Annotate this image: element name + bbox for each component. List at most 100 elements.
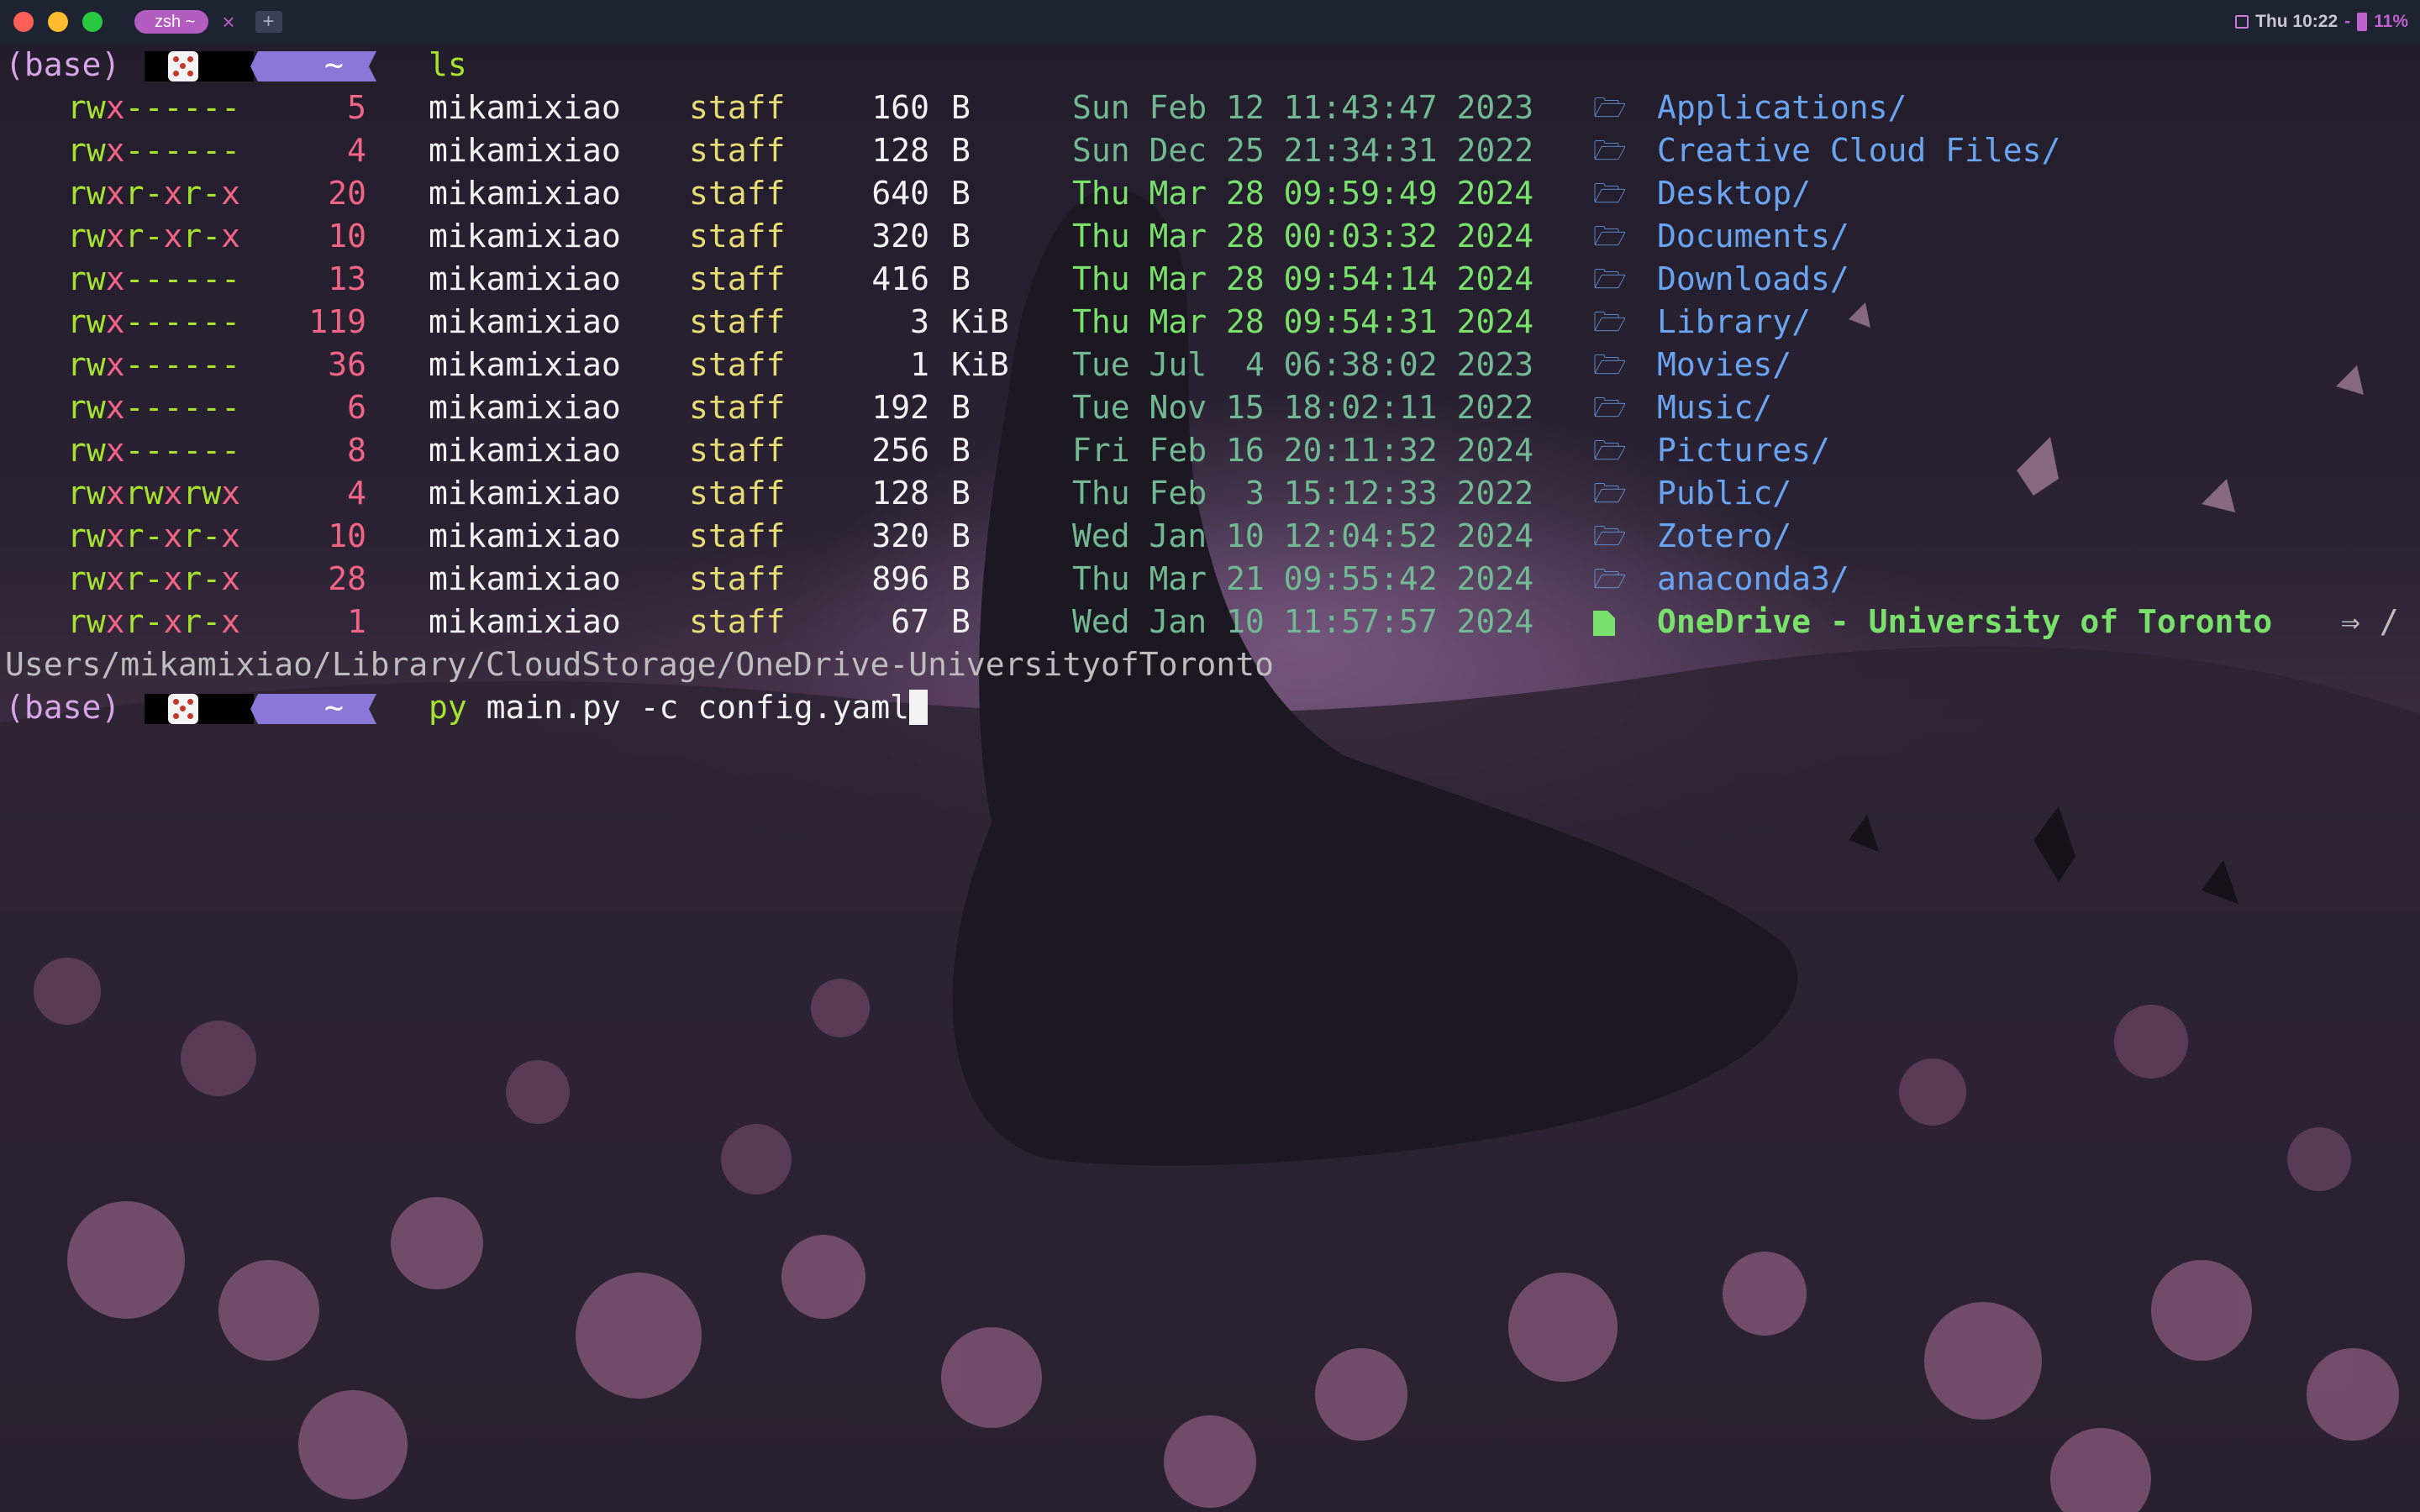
- permission-bit: -: [202, 432, 222, 469]
- command-args: main.py -c config.yaml: [466, 689, 909, 726]
- status-clock: Thu 10:22: [2255, 12, 2338, 31]
- permission-bit: -: [221, 346, 241, 383]
- folder-icon: 🗁: [1593, 349, 1627, 381]
- battery-percent: 11%: [2374, 12, 2408, 31]
- permission-bit: r: [124, 603, 145, 640]
- group: staff: [689, 175, 786, 212]
- folder-icon: 🗁: [1593, 177, 1627, 209]
- minimize-window-button[interactable]: [48, 12, 68, 32]
- permission-bit: x: [163, 175, 183, 212]
- modified-date: Thu Mar 28 00:03:32 2024: [1072, 218, 1534, 255]
- permission-bit: x: [221, 603, 241, 640]
- permission-bit: r: [67, 560, 87, 597]
- permission-bit: x: [105, 517, 125, 554]
- group: staff: [689, 260, 786, 297]
- modified-date: Fri Feb 16 20:11:32 2024: [1072, 432, 1534, 469]
- permission-bit: -: [202, 603, 222, 640]
- permissions: rwxr-xr-x: [67, 172, 240, 215]
- modified-date: Thu Feb 3 15:12:33 2022: [1072, 475, 1534, 512]
- terminal-output[interactable]: (base) ~ ls rwx------ 5 mikamixiao staff 160…: [0, 44, 2420, 1512]
- permission-bit: r: [124, 475, 145, 512]
- owner: mikamixiao: [429, 303, 621, 340]
- file-row: rwx------ 36 mikamixiao staff 1 KiB Tue Jul 4 …: [0, 344, 2420, 386]
- permission-bit: -: [144, 432, 164, 469]
- modified-date: Thu Mar 28 09:59:49 2024: [1072, 175, 1534, 212]
- permission-bit: x: [163, 517, 183, 554]
- owner: mikamixiao: [429, 89, 621, 126]
- link-count: 4: [347, 132, 366, 169]
- permission-bit: -: [182, 260, 203, 297]
- group: staff: [689, 132, 786, 169]
- permission-bit: r: [67, 260, 87, 297]
- permission-bit: -: [202, 517, 222, 554]
- permission-bit: x: [221, 218, 241, 255]
- permissions: rwxr-xr-x: [67, 558, 240, 601]
- permission-bit: w: [86, 560, 106, 597]
- permission-bit: -: [144, 560, 164, 597]
- zoom-window-button[interactable]: [82, 12, 103, 32]
- modified-date: Sun Dec 25 21:34:31 2022: [1072, 132, 1534, 169]
- file-icon: [1593, 611, 1615, 636]
- file-size: 416: [871, 260, 929, 297]
- permission-bit: r: [182, 475, 203, 512]
- close-window-button[interactable]: [13, 12, 34, 32]
- permission-bit: r: [182, 560, 203, 597]
- directory-name: Library/: [1657, 303, 1812, 340]
- owner: mikamixiao: [429, 346, 621, 383]
- link-count: 28: [328, 560, 366, 597]
- permission-bit: x: [221, 517, 241, 554]
- permission-bit: -: [221, 260, 241, 297]
- directory-name: Music/: [1657, 389, 1773, 426]
- owner: mikamixiao: [429, 132, 621, 169]
- file-size: 192: [871, 389, 929, 426]
- permission-bit: r: [124, 517, 145, 554]
- permission-bit: -: [163, 303, 183, 340]
- command-input[interactable]: py main.py -c config.yaml: [429, 686, 928, 729]
- file-size: 160: [871, 89, 929, 126]
- link-count: 13: [328, 260, 366, 297]
- file-row: rwxr-xr-x 10 mikamixiao staff 320 B Wed Jan 10…: [0, 515, 2420, 558]
- permission-bit: -: [124, 89, 145, 126]
- permissions: rwx------: [67, 429, 240, 472]
- file-size: 896: [871, 560, 929, 597]
- permission-bit: -: [124, 303, 145, 340]
- conda-env: (base): [5, 689, 121, 726]
- permission-bit: -: [144, 389, 164, 426]
- permission-bit: -: [182, 132, 203, 169]
- permission-bit: r: [67, 603, 87, 640]
- permission-bit: x: [105, 346, 125, 383]
- file-size: 128: [871, 475, 929, 512]
- size-unit: KiB: [951, 346, 1009, 383]
- link-count: 6: [347, 389, 366, 426]
- modified-date: Thu Mar 28 09:54:31 2024: [1072, 303, 1534, 340]
- directory-name: Applications/: [1657, 89, 1907, 126]
- symlink-arrow: ⇒ /: [2341, 603, 2399, 640]
- permission-bit: w: [86, 432, 106, 469]
- group: staff: [689, 517, 786, 554]
- permission-bit: -: [124, 432, 145, 469]
- modified-date: Tue Nov 15 18:02:11 2022: [1072, 389, 1534, 426]
- file-size: 67: [891, 603, 929, 640]
- permission-bit: r: [182, 218, 203, 255]
- tab-zsh[interactable]: zsh ~: [134, 10, 209, 34]
- tab-close-icon[interactable]: ×: [222, 11, 234, 33]
- new-tab-button[interactable]: +: [255, 10, 282, 33]
- prompt-line: (base) ~ py main.py -c config.yaml: [0, 686, 2420, 729]
- folder-icon: 🗁: [1593, 263, 1627, 295]
- permission-bit: w: [86, 603, 106, 640]
- owner: mikamixiao: [429, 218, 621, 255]
- permission-bit: -: [124, 389, 145, 426]
- group: staff: [689, 389, 786, 426]
- size-unit: B: [951, 389, 971, 426]
- permissions: rwxr-xr-x: [67, 515, 240, 558]
- owner: mikamixiao: [429, 475, 621, 512]
- owner: mikamixiao: [429, 389, 621, 426]
- command-text: ls: [429, 46, 467, 83]
- owner: mikamixiao: [429, 603, 621, 640]
- permission-bit: x: [105, 389, 125, 426]
- status-area: Thu 10:22 - 11%: [2235, 0, 2408, 44]
- permissions: rwx------: [67, 129, 240, 172]
- size-unit: B: [951, 260, 971, 297]
- permission-bit: w: [86, 132, 106, 169]
- permission-bit: r: [182, 517, 203, 554]
